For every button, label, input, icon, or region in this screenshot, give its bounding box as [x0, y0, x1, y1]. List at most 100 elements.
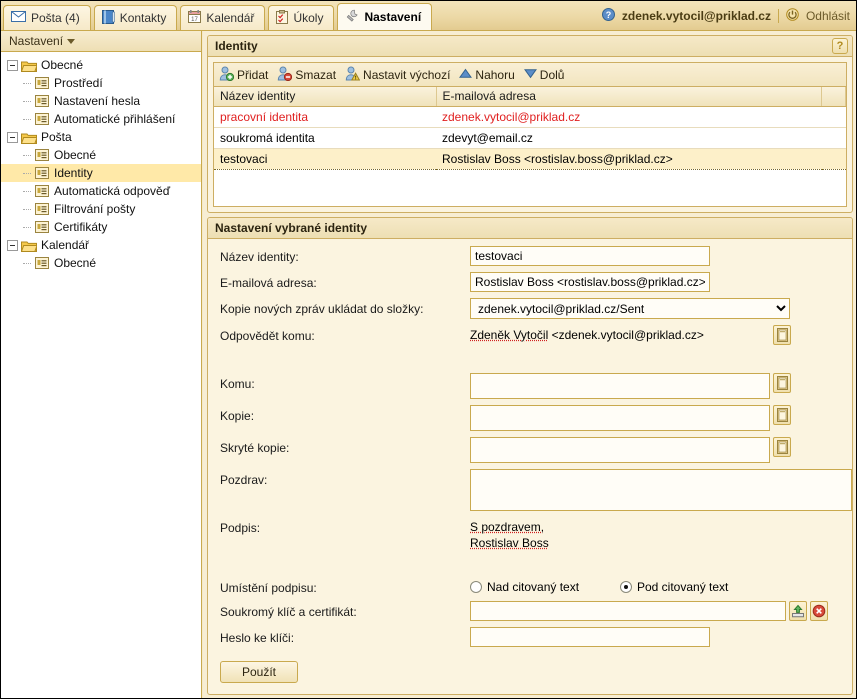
address-book-icon[interactable] [773, 325, 791, 345]
tree-line [23, 146, 35, 164]
sigpos-label: Umístění podpisu: [220, 581, 317, 595]
logout-button[interactable]: Odhlásit [806, 9, 850, 23]
arrow-down-icon [523, 68, 537, 82]
form-row-cert: Soukromý klíč a certifikát: [208, 601, 852, 621]
collapse-icon[interactable] [7, 131, 18, 143]
svg-text:?: ? [606, 10, 612, 20]
settings-doc-icon [35, 220, 50, 234]
upload-icon[interactable] [789, 601, 807, 621]
bcc-textarea[interactable] [470, 437, 770, 463]
identity-list-box: Přidat Smazat Nastavit výchozí Nahoru Do… [213, 62, 847, 207]
address-book-icon[interactable] [773, 405, 791, 425]
address-book-icon[interactable] [773, 437, 791, 457]
radio-below-quote-button[interactable] [620, 581, 632, 593]
sidebar-item-kalendar-obecne[interactable]: Obecné [1, 254, 201, 272]
settings-doc-icon [35, 202, 50, 216]
sidebar-item-certifikaty[interactable]: Certifikáty [1, 218, 201, 236]
roundcube-settings-window: Pošta (4) Kontakty 17 Kalendář Úkoly Nas… [0, 0, 857, 699]
tree-group-kalendar[interactable]: Kalendář [1, 236, 201, 254]
tab-tasks-label: Úkoly [293, 11, 324, 25]
settings-doc-icon [35, 94, 50, 108]
identity-email-input[interactable] [470, 272, 710, 292]
help-icon[interactable]: ? [832, 38, 848, 54]
signature-textarea[interactable]: S pozdravem, Rostislav Boss [470, 517, 852, 571]
tree-line [23, 254, 35, 272]
replyto-textarea[interactable]: Zdeněk Vytočil <zdenek.vytocil@priklad.c… [470, 325, 770, 367]
sidebar-item-posta-obecne[interactable]: Obecné [1, 146, 201, 164]
to-label: Komu: [220, 377, 255, 391]
identity-form: Název identity: E-mailová adresa: Kopie … [208, 239, 852, 683]
radio-above-quote[interactable]: Nad citovaný text [470, 580, 620, 594]
identity-toolbar: Přidat Smazat Nastavit výchozí Nahoru Do… [214, 63, 846, 87]
sidebar-item-automaticka-odpoved[interactable]: Automatická odpověď [1, 182, 201, 200]
collapse-icon[interactable] [7, 59, 18, 71]
main-content: Identity ? Přidat Smazat Nastavit výchoz… [203, 31, 856, 698]
folder-icon [21, 131, 37, 144]
cc-textarea[interactable] [470, 405, 770, 431]
radio-above-quote-button[interactable] [470, 581, 482, 593]
tab-calendar[interactable]: 17 Kalendář [180, 5, 266, 30]
tab-calendar-label: Kalendář [206, 11, 255, 25]
identity-email-cell: zdevyt@email.cz [436, 127, 822, 149]
power-icon[interactable] [786, 8, 799, 24]
identity-list-panel: Identity ? Přidat Smazat Nastavit výchoz… [207, 35, 853, 213]
svg-text:17: 17 [192, 17, 199, 23]
identity-name-input[interactable] [470, 246, 710, 266]
cc-label: Kopie: [220, 409, 255, 423]
identity-name-cell: soukromá identita [214, 127, 436, 149]
set-default-identity-button[interactable]: Nastavit výchozí [345, 66, 450, 84]
sidebar-item-filtrovani-posty[interactable]: Filtrování pošty [1, 200, 201, 218]
sidebar-item-identity[interactable]: Identity [1, 164, 201, 182]
move-up-button[interactable]: Nahoru [459, 68, 515, 82]
form-row-signature: Podpis: S pozdravem, Rostislav Boss [208, 517, 852, 571]
column-header-name[interactable]: Název identity [214, 87, 437, 107]
header-divider [777, 9, 779, 23]
sent-folder-select[interactable]: zdenek.vytocil@priklad.cz/Sent [470, 298, 790, 319]
apply-button[interactable]: Použít [220, 661, 298, 683]
collapse-icon[interactable] [7, 239, 18, 251]
address-book-icon[interactable] [773, 373, 791, 393]
header-user-area: ? zdenek.vytocil@priklad.cz Odhlásit [601, 1, 850, 31]
settings-doc-icon [35, 256, 50, 270]
table-row[interactable]: soukromá identita zdevyt@email.cz [214, 127, 846, 149]
table-row[interactable]: testovaci Rostislav Boss <rostislav.boss… [214, 147, 846, 170]
folder-icon [21, 239, 37, 252]
tree-group-obecne[interactable]: Obecné [1, 56, 201, 74]
table-row[interactable]: pracovní identita zdenek.vytocil@priklad… [214, 106, 846, 128]
add-identity-button[interactable]: Přidat [219, 66, 268, 84]
tab-settings[interactable]: Nastavení [337, 3, 433, 30]
tree-group-posta[interactable]: Pošta [1, 128, 201, 146]
certificate-input[interactable] [470, 601, 786, 621]
sidebar-item-prostredi[interactable]: Prostředí [1, 74, 201, 92]
form-row-greeting: Pozdrav: [208, 469, 852, 511]
page-title: Identity [215, 39, 258, 53]
replyto-address: <zdenek.vytocil@priklad.cz> [548, 328, 704, 342]
sidebar-item-automaticke-prihlaseni[interactable]: Automatické přihlášení [1, 110, 201, 128]
certificate-password-input[interactable] [470, 627, 710, 647]
sidebar-header-dropdown[interactable]: Nastavení [1, 31, 201, 52]
signature-position-radiogroup: Nad citovaný text Pod citovaný text [470, 577, 728, 594]
sidebar-item-nastaveni-hesla[interactable]: Nastavení hesla [1, 92, 201, 110]
chevron-down-icon [67, 38, 76, 44]
sidebar-item-label: Obecné [54, 256, 97, 270]
greeting-textarea[interactable] [470, 469, 852, 511]
settings-tree: Obecné Prostředí Nastavení hesla Automat… [1, 52, 201, 272]
identity-spacer-cell [821, 147, 846, 170]
form-row-sentfolder: Kopie nových zpráv ukládat do složky: zd… [208, 298, 852, 319]
form-row-replyto: Odpovědět komu: Zdeněk Vytočil <zdenek.v… [208, 325, 852, 367]
tab-mail[interactable]: Pošta (4) [3, 5, 91, 30]
tree-line [23, 182, 35, 200]
radio-below-quote[interactable]: Pod citovaný text [620, 580, 728, 594]
user-info-icon: ? [601, 8, 615, 24]
identity-spacer-cell [821, 127, 846, 149]
tab-contacts[interactable]: Kontakty [93, 5, 178, 30]
delete-icon[interactable] [810, 601, 828, 621]
tab-tasks[interactable]: Úkoly [268, 5, 335, 30]
form-row-cc: Kopie: [208, 405, 852, 431]
move-down-button[interactable]: Dolů [523, 68, 564, 82]
to-textarea[interactable] [470, 373, 770, 399]
delete-identity-button[interactable]: Smazat [277, 66, 336, 84]
identity-email-cell: zdenek.vytocil@priklad.cz [436, 106, 822, 128]
column-header-email[interactable]: E-mailová adresa [436, 87, 822, 107]
sidebar-item-label: Obecné [54, 148, 97, 162]
